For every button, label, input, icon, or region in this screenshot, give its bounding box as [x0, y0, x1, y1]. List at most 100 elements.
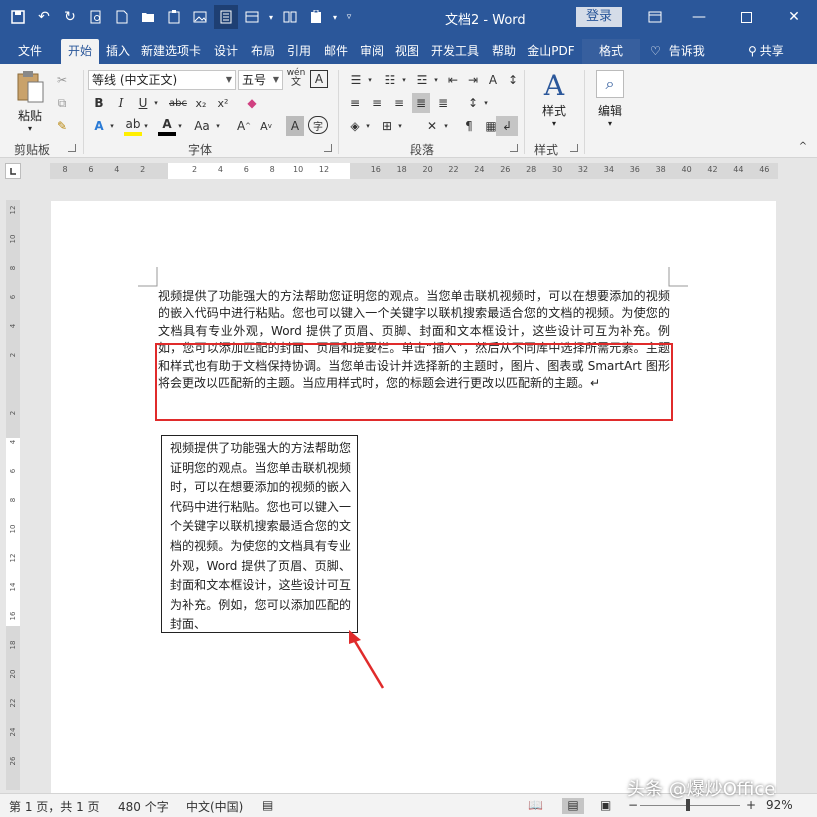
underline-dropdown-icon[interactable]: ▾ [152, 93, 160, 113]
shading-icon[interactable]: ◈ [346, 116, 364, 136]
read-mode-icon[interactable]: 📖 [528, 798, 543, 812]
share-button[interactable]: ⚲ 共享 [748, 39, 784, 63]
chevron-down-icon[interactable]: ▾ [266, 5, 276, 29]
minimize-icon[interactable]: — [684, 6, 714, 28]
decrease-indent-icon[interactable]: ⇤ [444, 70, 462, 90]
subscript-button[interactable]: x₂ [192, 93, 210, 113]
tab-format[interactable]: 格式 [582, 39, 640, 64]
chinese-layout-icon[interactable]: A [484, 70, 502, 90]
tab-kingsoft-pdf[interactable]: 金山PDF [523, 39, 579, 64]
sort-icon[interactable]: ↕ [504, 70, 522, 90]
tell-me-search[interactable]: ♡ 告诉我 [650, 39, 705, 63]
tab-selector[interactable] [5, 163, 21, 179]
tab-mailings[interactable]: 邮件 [318, 39, 354, 64]
text-effects-icon[interactable]: A [90, 116, 108, 136]
cut-icon[interactable]: ✂ [52, 70, 72, 90]
undo-icon[interactable]: ↶ [32, 5, 56, 29]
image-icon[interactable] [188, 5, 212, 29]
redo-icon[interactable]: ↻ [58, 5, 82, 29]
align-left-icon[interactable]: ≡ [346, 93, 364, 113]
shading-dropdown-icon[interactable]: ▾ [364, 116, 372, 136]
page-count[interactable]: 第 1 页，共 1 页 [9, 798, 100, 815]
distributed-icon[interactable]: ≣ [434, 93, 452, 113]
clipboard-launcher-icon[interactable] [68, 144, 76, 152]
font-color-icon[interactable]: A [158, 116, 176, 136]
bullets-dropdown-icon[interactable]: ▾ [366, 70, 374, 90]
zoom-slider[interactable] [640, 805, 740, 806]
font-color-dropdown-icon[interactable]: ▾ [176, 116, 184, 136]
underline-button[interactable]: U [134, 93, 152, 113]
paragraph-launcher-icon[interactable] [510, 144, 518, 152]
enclose-character-icon[interactable]: 字 [308, 116, 328, 134]
chevron-down-icon[interactable]: ▾ [330, 5, 340, 29]
login-button[interactable]: 登录 [576, 7, 622, 27]
tab-new-tab[interactable]: 新建选项卡 [137, 39, 205, 64]
collapse-ribbon-icon[interactable]: ^ [796, 136, 810, 156]
editing-button[interactable]: ⌕ 编辑 ▾ [590, 70, 630, 128]
format-painter-icon[interactable]: ✎ [52, 116, 72, 136]
paste-button[interactable]: 粘贴 ▾ [10, 70, 50, 133]
ribbon-display-options-icon[interactable] [640, 6, 670, 28]
web-layout-icon[interactable]: ▣ [600, 798, 611, 812]
paste-icon[interactable] [162, 5, 186, 29]
tab-layout[interactable]: 布局 [245, 39, 281, 64]
asian-typography-dropdown-icon[interactable]: ▾ [442, 116, 450, 136]
new-document-icon[interactable] [110, 5, 134, 29]
tab-insert[interactable]: 插入 [100, 39, 136, 64]
tab-help[interactable]: 帮助 [486, 39, 522, 64]
strikethrough-button[interactable]: abc [166, 93, 190, 113]
word-count[interactable]: 480 个字 [118, 798, 169, 815]
italic-button[interactable]: I [112, 93, 130, 113]
highlight-color-icon[interactable]: ab [124, 116, 142, 136]
styles-launcher-icon[interactable] [570, 144, 578, 152]
save-icon[interactable] [6, 5, 30, 29]
open-folder-icon[interactable] [136, 5, 160, 29]
line-spacing-icon[interactable]: ↕ [464, 93, 482, 113]
copy-icon[interactable]: ⧉ [52, 93, 72, 113]
multilevel-list-icon[interactable]: ☲ [412, 70, 432, 90]
paragraph-mark-icon[interactable]: ¶ [460, 116, 478, 136]
highlight-dropdown-icon[interactable]: ▾ [142, 116, 150, 136]
bold-button[interactable]: B [90, 93, 108, 113]
close-icon[interactable]: ✕ [779, 6, 809, 28]
tab-view[interactable]: 视图 [390, 39, 424, 64]
numbering-icon[interactable]: ☷ [380, 70, 400, 90]
line-spacing-dropdown-icon[interactable]: ▾ [482, 93, 490, 113]
customize-qat-icon[interactable]: ▿ [342, 5, 356, 29]
change-case-icon[interactable]: Aa [190, 116, 214, 136]
character-border-button[interactable]: A [310, 70, 328, 88]
font-name-combo[interactable]: 等线 (中文正文) ▼ [88, 70, 236, 90]
phonetic-guide-button[interactable]: wén 文 [286, 68, 306, 88]
macro-icon[interactable]: ▤ [262, 798, 273, 812]
multilevel-dropdown-icon[interactable]: ▾ [432, 70, 440, 90]
font-launcher-icon[interactable] [324, 144, 332, 152]
clipboard-icon[interactable] [304, 5, 328, 29]
tab-home[interactable]: 开始 [61, 39, 99, 64]
character-shading-icon[interactable]: A [286, 116, 304, 136]
document-page[interactable]: 视频提供了功能强大的方法帮助您证明您的观点。当您单击联机视频时，可以在想要添加的… [51, 201, 776, 793]
tab-design[interactable]: 设计 [208, 39, 244, 64]
columns-icon[interactable] [278, 5, 302, 29]
clear-formatting-icon[interactable]: ◆ [242, 93, 262, 113]
change-case-dropdown-icon[interactable]: ▾ [214, 116, 222, 136]
shrink-font-icon[interactable]: Av [256, 116, 276, 136]
tab-developer[interactable]: 开发工具 [425, 39, 485, 64]
bullets-icon[interactable]: ☰ [346, 70, 366, 90]
align-center-icon[interactable]: ≡ [368, 93, 386, 113]
borders-dropdown-icon[interactable]: ▾ [396, 116, 404, 136]
print-preview-icon[interactable] [84, 5, 108, 29]
tab-references[interactable]: 引用 [282, 39, 316, 64]
font-size-combo[interactable]: 五号 ▼ [238, 70, 283, 90]
maximize-icon[interactable] [731, 6, 761, 28]
tab-review[interactable]: 审阅 [355, 39, 389, 64]
asian-typography-icon[interactable]: ✕ [422, 116, 442, 136]
horizontal-ruler[interactable]: 8 6 4 2 2 4 6 8 10 12 16 18 20 22 24 26 28 30 32 34 36 38 40 42… [50, 163, 778, 179]
borders-icon[interactable]: ⊞ [378, 116, 396, 136]
pin-ribbon-icon[interactable]: ↲ [496, 116, 518, 136]
increase-indent-icon[interactable]: ⇥ [464, 70, 482, 90]
numbering-dropdown-icon[interactable]: ▾ [400, 70, 408, 90]
document-view-icon[interactable] [214, 5, 238, 29]
justify-icon[interactable]: ≣ [412, 93, 430, 113]
grow-font-icon[interactable]: A ^ [234, 116, 254, 136]
styles-button[interactable]: A 样式 ▾ [532, 70, 576, 129]
